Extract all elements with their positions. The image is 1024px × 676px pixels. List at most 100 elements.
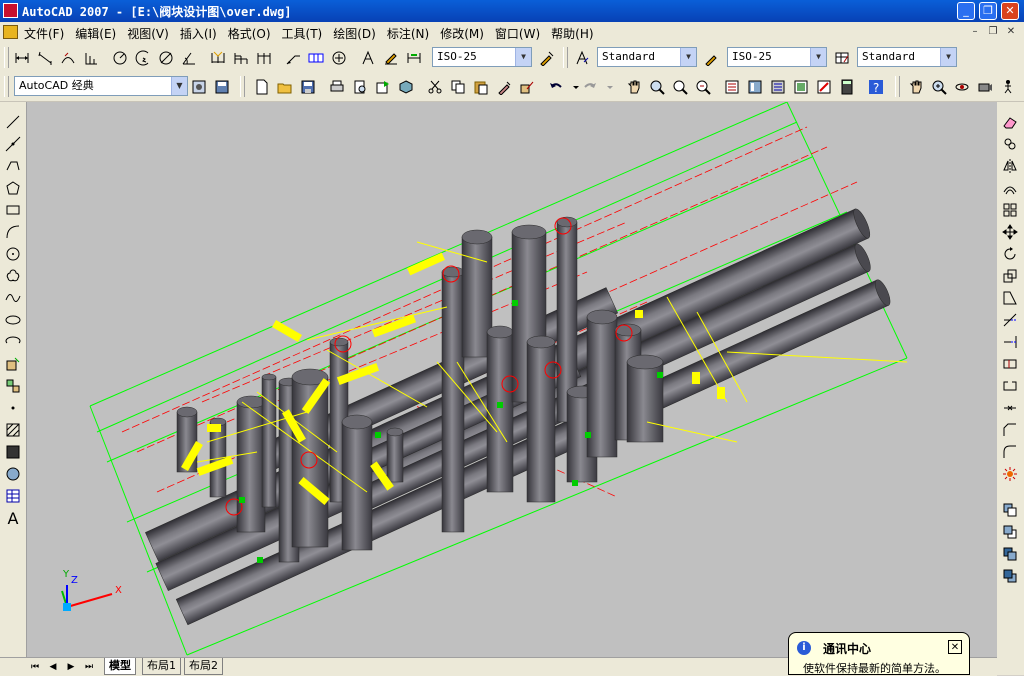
3d-dwf-publish-icon[interactable] [396, 77, 416, 96]
chevron-down-icon[interactable]: ▼ [810, 48, 826, 66]
toolbar-grip[interactable] [895, 76, 900, 97]
quick-dimension-icon[interactable] [208, 48, 228, 67]
redo-icon[interactable] [580, 77, 600, 96]
scale-icon[interactable] [1000, 266, 1020, 286]
publish-icon[interactable] [373, 77, 393, 96]
tab-model[interactable]: 模型 [104, 658, 136, 675]
doc-restore-button[interactable]: ❐ [986, 25, 1000, 39]
ellipse-arc-icon[interactable] [3, 332, 23, 352]
construction-line-icon[interactable] [3, 134, 23, 154]
menu-file[interactable]: 文件(F) [24, 25, 64, 42]
stretch-icon[interactable] [1000, 288, 1020, 308]
doc-minimize-button[interactable]: – [968, 25, 982, 39]
arc-length-icon[interactable] [58, 48, 78, 67]
camera-icon[interactable] [975, 77, 995, 96]
3d-orbit-icon[interactable] [952, 77, 972, 96]
menu-draw[interactable]: 绘图(D) [333, 25, 376, 42]
polyline-icon[interactable] [3, 156, 23, 176]
properties-icon[interactable] [722, 77, 742, 96]
toolbar-grip[interactable] [4, 47, 9, 68]
diameter-dimension-icon[interactable] [156, 48, 176, 67]
region-icon[interactable] [3, 464, 23, 484]
center-mark-icon[interactable] [329, 48, 349, 67]
make-block-icon[interactable] [3, 376, 23, 396]
menu-modify[interactable]: 修改(M) [440, 25, 484, 42]
cut-icon[interactable] [425, 77, 445, 96]
dimension-style-select[interactable]: ISO-25 ▼ [432, 47, 532, 67]
dimension-style-manager-icon[interactable] [537, 48, 557, 67]
zoom-realtime-icon[interactable] [647, 77, 667, 96]
tolerance-icon[interactable] [306, 48, 326, 67]
quick-leader-icon[interactable] [283, 48, 303, 67]
menu-dimension[interactable]: 标注(N) [387, 25, 429, 42]
doc-close-button[interactable]: ✕ [1004, 25, 1018, 39]
drawing-canvas[interactable]: X Y Z [27, 102, 997, 657]
menu-edit[interactable]: 编辑(E) [75, 25, 116, 42]
new-file-icon[interactable] [252, 77, 272, 96]
text-style-icon[interactable] [572, 48, 592, 67]
first-layout-button[interactable]: ⏮ [28, 661, 42, 673]
explode-icon[interactable] [1000, 464, 1020, 484]
quickcalc-icon[interactable] [837, 77, 857, 96]
open-file-icon[interactable] [275, 77, 295, 96]
plot-icon[interactable] [327, 77, 347, 96]
zoom-previous-icon[interactable] [693, 77, 713, 96]
break-icon[interactable] [1000, 376, 1020, 396]
point-icon[interactable] [3, 398, 23, 418]
linear-dimension-icon[interactable] [12, 48, 32, 67]
draworder-front-icon[interactable] [1000, 500, 1020, 520]
undo-icon[interactable] [546, 77, 566, 96]
text-style-select[interactable]: Standard ▼ [597, 47, 697, 67]
erase-icon[interactable] [1000, 112, 1020, 132]
offset-icon[interactable] [1000, 178, 1020, 198]
menu-tools[interactable]: 工具(T) [282, 25, 323, 42]
toolbar-grip[interactable] [240, 76, 245, 97]
tool-palettes-icon[interactable] [768, 77, 788, 96]
toolbar-grip[interactable] [563, 47, 568, 68]
autocad-app-icon[interactable] [3, 3, 18, 18]
copy-object-icon[interactable] [1000, 134, 1020, 154]
circle-icon[interactable] [3, 244, 23, 264]
help-icon[interactable]: ? [866, 77, 886, 96]
sheet-set-manager-icon[interactable] [791, 77, 811, 96]
mirror-icon[interactable] [1000, 156, 1020, 176]
redo-dropdown-icon[interactable] [600, 77, 620, 96]
prev-layout-button[interactable]: ◀ [46, 661, 60, 673]
menu-view[interactable]: 视图(V) [127, 25, 169, 42]
angular-dimension-icon[interactable] [179, 48, 199, 67]
table-style-select[interactable]: Standard ▼ [857, 47, 957, 67]
next-layout-button[interactable]: ▶ [64, 661, 78, 673]
menu-insert[interactable]: 插入(I) [180, 25, 217, 42]
save-icon[interactable] [298, 77, 318, 96]
gradient-icon[interactable] [3, 442, 23, 462]
toolbar-grip[interactable] [4, 76, 9, 97]
walk-icon[interactable] [998, 77, 1018, 96]
zoom-window-icon[interactable] [670, 77, 690, 96]
ellipse-icon[interactable] [3, 310, 23, 330]
block-editor-icon[interactable] [517, 77, 537, 96]
workspace-settings-icon[interactable] [189, 77, 209, 96]
ordinate-dimension-icon[interactable] [81, 48, 101, 67]
revision-cloud-icon[interactable] [3, 266, 23, 286]
close-button[interactable]: ✕ [1001, 2, 1019, 20]
draworder-back-icon[interactable] [1000, 522, 1020, 542]
copy-icon[interactable] [448, 77, 468, 96]
tab-layout1[interactable]: 布局1 [142, 658, 181, 675]
chevron-down-icon[interactable]: ▼ [940, 48, 956, 66]
line-icon[interactable] [3, 112, 23, 132]
multiline-text-icon[interactable]: A [3, 508, 23, 528]
match-properties-icon[interactable] [494, 77, 514, 96]
close-icon[interactable]: ✕ [948, 640, 962, 654]
communication-center-balloon[interactable]: i 通讯中心 ✕ 使软件保持最新的简单方法。 [788, 632, 970, 675]
move-icon[interactable] [1000, 222, 1020, 242]
trim-icon[interactable] [1000, 310, 1020, 330]
plot-preview-icon[interactable] [350, 77, 370, 96]
table-icon[interactable] [3, 486, 23, 506]
dimension-update-icon[interactable] [404, 48, 424, 67]
menu-window[interactable]: 窗口(W) [495, 25, 540, 42]
polygon-icon[interactable] [3, 178, 23, 198]
rotate-icon[interactable] [1000, 244, 1020, 264]
dimension-text-edit-icon[interactable] [381, 48, 401, 67]
chevron-down-icon[interactable]: ▼ [680, 48, 696, 66]
dimension-style-select-2[interactable]: ISO-25 ▼ [727, 47, 827, 67]
